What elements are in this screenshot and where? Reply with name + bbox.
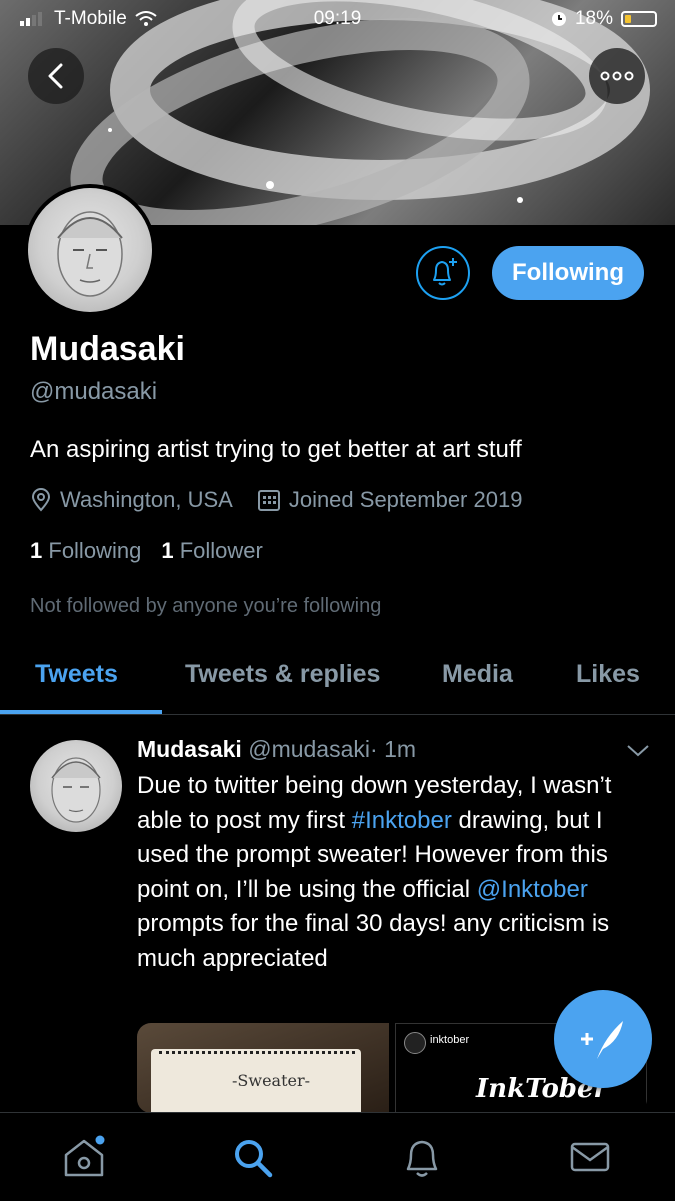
- back-button[interactable]: [28, 48, 84, 104]
- spiral-binding: [159, 1051, 355, 1062]
- compose-tweet-button[interactable]: [554, 990, 652, 1088]
- notifications-icon: [406, 1140, 438, 1177]
- battery-icon: [621, 11, 657, 27]
- profile-bio: An aspiring artist trying to get better …: [30, 436, 522, 463]
- alarm-icon: [551, 12, 566, 26]
- profile-handle: @mudasaki: [30, 378, 158, 405]
- status-bar: T-Mobile 09:19 18%: [0, 6, 675, 32]
- hashtag-link[interactable]: #Inktober: [352, 807, 452, 834]
- following-count[interactable]: 1 Following: [30, 538, 141, 564]
- location-pin-icon: [31, 488, 51, 512]
- tweet-header: Mudasaki @mudasaki· 1m: [137, 736, 416, 763]
- tweet-timestamp: · 1m: [370, 736, 417, 762]
- follow-counts: 1 Following 1 Follower: [30, 538, 263, 564]
- tab-media[interactable]: Media: [442, 660, 513, 689]
- tweet-text: Due to twitter being down yesterday, I w…: [137, 772, 612, 972]
- bell-plus-icon: [433, 258, 457, 286]
- compose-tweet-icon: [581, 1021, 623, 1059]
- sketch-caption: -Sweater-: [232, 1071, 311, 1090]
- avatar-sketch: [57, 211, 123, 297]
- bottom-navigation: [0, 1112, 675, 1201]
- inktober-avatar: [404, 1032, 426, 1054]
- nav-notifications[interactable]: [400, 1135, 444, 1179]
- nav-search[interactable]: [230, 1135, 274, 1179]
- avatar-image: [28, 188, 152, 312]
- nav-home[interactable]: [62, 1135, 106, 1179]
- home-icon: [64, 1135, 105, 1177]
- battery-percent: 18%: [574, 8, 613, 29]
- mention-link[interactable]: @Inktober: [477, 876, 588, 903]
- tab-likes[interactable]: Likes: [576, 660, 640, 689]
- chevron-down-icon[interactable]: [626, 744, 650, 758]
- not-followed-notice: Not followed by anyone you’re following: [30, 595, 382, 617]
- profile-meta: Washington, USA Joined September 2019: [30, 487, 546, 513]
- search-icon: [235, 1140, 273, 1178]
- location: Washington, USA: [30, 487, 233, 513]
- more-icon: [600, 71, 634, 81]
- notifications-toggle-button[interactable]: [416, 246, 470, 300]
- profile-tabs: Tweets Tweets & replies Media Likes: [0, 650, 675, 715]
- nav-messages[interactable]: [568, 1135, 612, 1179]
- profile-name: Mudasaki: [30, 330, 185, 368]
- tweet-avatar[interactable]: [30, 740, 122, 832]
- tweet-image-1[interactable]: -Sweater-: [137, 1023, 389, 1113]
- joined-date: Joined September 2019: [257, 487, 523, 513]
- followers-count[interactable]: 1 Follower: [161, 538, 263, 564]
- calendar-icon: [257, 490, 280, 511]
- following-button[interactable]: Following: [492, 246, 644, 300]
- back-arrow-icon: [48, 63, 63, 89]
- messages-icon: [570, 1142, 610, 1172]
- location-text: Washington, USA: [60, 487, 233, 512]
- tweet-author-handle: @mudasaki: [248, 736, 371, 762]
- tweet-author-name[interactable]: Mudasaki: [137, 736, 242, 762]
- more-options-button[interactable]: [589, 48, 645, 104]
- inktober-account: inktober: [430, 1034, 470, 1046]
- active-tab-indicator: [0, 710, 162, 714]
- profile-avatar[interactable]: [24, 184, 156, 316]
- joined-text: Joined September 2019: [288, 487, 523, 512]
- tab-tweets[interactable]: Tweets: [35, 660, 118, 689]
- tab-tweets-replies[interactable]: Tweets & replies: [185, 660, 380, 689]
- avatar-sketch: [51, 757, 101, 823]
